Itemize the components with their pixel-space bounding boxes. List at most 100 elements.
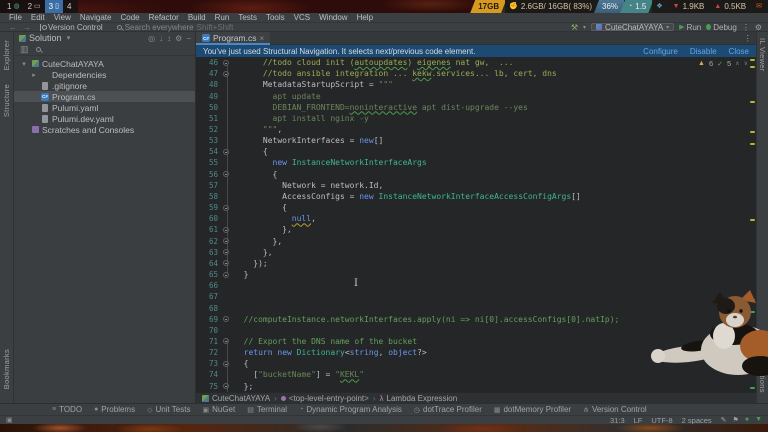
- fold-icon[interactable]: [223, 249, 229, 256]
- menu-window[interactable]: Window: [315, 13, 351, 22]
- warning-stripe-mark[interactable]: [750, 219, 755, 221]
- toolwindow-dynamic-program-analysis[interactable]: ◔ Dynamic Program Analysis: [299, 405, 402, 414]
- tab-program-cs[interactable]: C# Program.cs ×: [196, 31, 271, 45]
- banner-action-close[interactable]: Close: [729, 47, 749, 56]
- fold-icon[interactable]: [223, 238, 229, 245]
- banner-action-configure[interactable]: Configure: [643, 47, 678, 56]
- warning-stripe-mark[interactable]: [750, 101, 755, 103]
- warning-stripe-mark[interactable]: [750, 143, 755, 145]
- fold-icon[interactable]: [223, 316, 229, 323]
- toolwindow-terminal[interactable]: ▤ Terminal: [247, 405, 287, 414]
- workspace-3[interactable]: 3 ▯: [44, 0, 63, 13]
- fold-icon[interactable]: [223, 204, 229, 211]
- fold-icon[interactable]: [223, 383, 229, 390]
- breadcrumb-item[interactable]: <top-level-entry-point>: [280, 394, 369, 403]
- status-icon-0[interactable]: ✎: [721, 416, 727, 424]
- ok-stripe-mark[interactable]: [750, 299, 755, 301]
- menu-navigate[interactable]: Navigate: [76, 13, 116, 22]
- version-control-widget[interactable]: Version Control: [40, 23, 103, 32]
- menu-tools[interactable]: Tools: [262, 13, 289, 22]
- fold-icon[interactable]: [223, 171, 229, 178]
- fold-icon[interactable]: [223, 70, 229, 77]
- project-header-icon-2[interactable]: ↕: [167, 34, 171, 43]
- workspace-1[interactable]: 1 ◍: [3, 0, 24, 13]
- fold-icon[interactable]: [223, 226, 229, 233]
- fold-icon[interactable]: [223, 59, 229, 66]
- menu-help[interactable]: Help: [353, 13, 377, 22]
- stripe-structure[interactable]: Structure: [2, 84, 11, 117]
- build-dropdown-icon[interactable]: ▾: [583, 24, 586, 31]
- menu-vcs[interactable]: VCS: [290, 13, 314, 22]
- filter-search-icon[interactable]: [35, 47, 41, 52]
- run-button[interactable]: ▶ Run: [679, 23, 701, 32]
- ok-stripe-mark[interactable]: [750, 311, 755, 313]
- more-options-icon[interactable]: ⋮: [742, 23, 750, 32]
- toolwindow-unit-tests[interactable]: ◇ Unit Tests: [147, 405, 190, 414]
- tree-item-cutechatayaya[interactable]: ▾ CuteChatAYAYA: [14, 58, 195, 69]
- search-everywhere[interactable]: Search everywhere Shift+Shift: [116, 23, 233, 32]
- tree-item--gitignore[interactable]: .gitignore: [14, 80, 195, 91]
- menu-build[interactable]: Build: [184, 13, 210, 22]
- status-icon-1[interactable]: ⚑: [733, 416, 739, 424]
- prev-problem-icon[interactable]: ∧: [735, 60, 739, 67]
- project-header-icon-3[interactable]: ⚙: [175, 34, 182, 43]
- breadcrumb-item[interactable]: λ Lambda Expression: [380, 394, 458, 403]
- project-view-header[interactable]: Solution ▾ ◎ ↓ ↕ ⚙ −: [14, 32, 195, 44]
- chevron-icon[interactable]: ▸: [30, 71, 38, 79]
- menu-edit[interactable]: Edit: [27, 13, 49, 22]
- banner-action-disable[interactable]: Disable: [690, 47, 717, 56]
- tree-item-pulumi-yaml[interactable]: Pulumi.yaml: [14, 102, 195, 113]
- forward-button[interactable]: →: [20, 23, 34, 32]
- menu-view[interactable]: View: [50, 13, 75, 22]
- menu-code[interactable]: Code: [116, 13, 143, 22]
- tree-item-scratches-and-consoles[interactable]: Scratches and Consoles: [14, 124, 195, 135]
- menu-run[interactable]: Run: [211, 13, 234, 22]
- tree-item-dependencies[interactable]: ▸ Dependencies: [14, 69, 195, 80]
- fold-icon[interactable]: [223, 360, 229, 367]
- build-icon[interactable]: ⚒: [571, 23, 578, 32]
- next-problem-icon[interactable]: ∨: [744, 60, 748, 67]
- debug-button[interactable]: Debug: [706, 23, 737, 32]
- ok-stripe-mark[interactable]: [750, 387, 755, 389]
- run-configuration-select[interactable]: CuteChatAYAYA ▾: [591, 23, 675, 32]
- toolwindow-todo[interactable]: ≡ TODO: [52, 405, 82, 414]
- menu-tests[interactable]: Tests: [234, 13, 261, 22]
- code-editor[interactable]: 46 //todo cloud init (autoupdates) eigen…: [196, 57, 756, 392]
- ok-stripe-mark[interactable]: [750, 369, 755, 371]
- menu-file[interactable]: File: [5, 13, 26, 22]
- fold-icon[interactable]: [223, 260, 229, 267]
- status-icon-3[interactable]: ▼: [755, 416, 762, 424]
- breadcrumb-item[interactable]: CuteChatAYAYA: [202, 394, 270, 403]
- toolwindow-dotmemory-profiler[interactable]: ▦ dotMemory Profiler: [494, 405, 571, 414]
- toolwindow-dottrace-profiler[interactable]: ◷ dotTrace Profiler: [414, 405, 482, 414]
- tree-item-pulumi-dev-yaml[interactable]: Pulumi.dev.yaml: [14, 113, 195, 124]
- inspections-widget[interactable]: ▲ 6 ✓ 5 ∧ ∨: [698, 59, 748, 68]
- workspace-4[interactable]: 4: [63, 0, 75, 13]
- tool-window-toggle-icon[interactable]: ▣: [6, 416, 13, 424]
- back-button[interactable]: ←: [6, 23, 20, 32]
- gear-icon[interactable]: ⚙: [755, 23, 762, 32]
- status-icon-2[interactable]: ●: [745, 416, 749, 424]
- toolwindow-nuget[interactable]: ▣ NuGet: [202, 405, 235, 414]
- project-header-icon-4[interactable]: −: [186, 34, 191, 43]
- project-header-icon-1[interactable]: ↓: [159, 34, 163, 43]
- menu-refactor[interactable]: Refactor: [145, 13, 183, 22]
- fold-icon[interactable]: [223, 271, 229, 278]
- project-header-icon-0[interactable]: ◎: [148, 34, 155, 43]
- tab-options-icon[interactable]: ⋮: [744, 33, 753, 44]
- close-icon[interactable]: ×: [259, 34, 264, 43]
- fold-icon[interactable]: [223, 148, 229, 155]
- locate-icon[interactable]: ▥: [20, 44, 29, 55]
- stripe-il-viewer[interactable]: IL Viewer: [758, 38, 767, 72]
- stripe-bookmarks[interactable]: Bookmarks: [2, 349, 11, 389]
- tree-item-program-cs[interactable]: C# Program.cs: [14, 91, 195, 102]
- toolwindow-problems[interactable]: ● Problems: [94, 405, 135, 414]
- warning-stripe-mark[interactable]: [750, 131, 755, 133]
- chevron-icon[interactable]: ▾: [20, 60, 28, 68]
- toolwindow-version-control[interactable]: ⋔ Version Control: [583, 405, 647, 414]
- stripe-explorer[interactable]: Explorer: [2, 40, 11, 70]
- workspace-2[interactable]: 2 ▭: [24, 0, 45, 13]
- fold-icon[interactable]: [223, 338, 229, 345]
- warning-stripe-mark[interactable]: [750, 66, 755, 68]
- project-view-mode[interactable]: Solution: [29, 33, 62, 43]
